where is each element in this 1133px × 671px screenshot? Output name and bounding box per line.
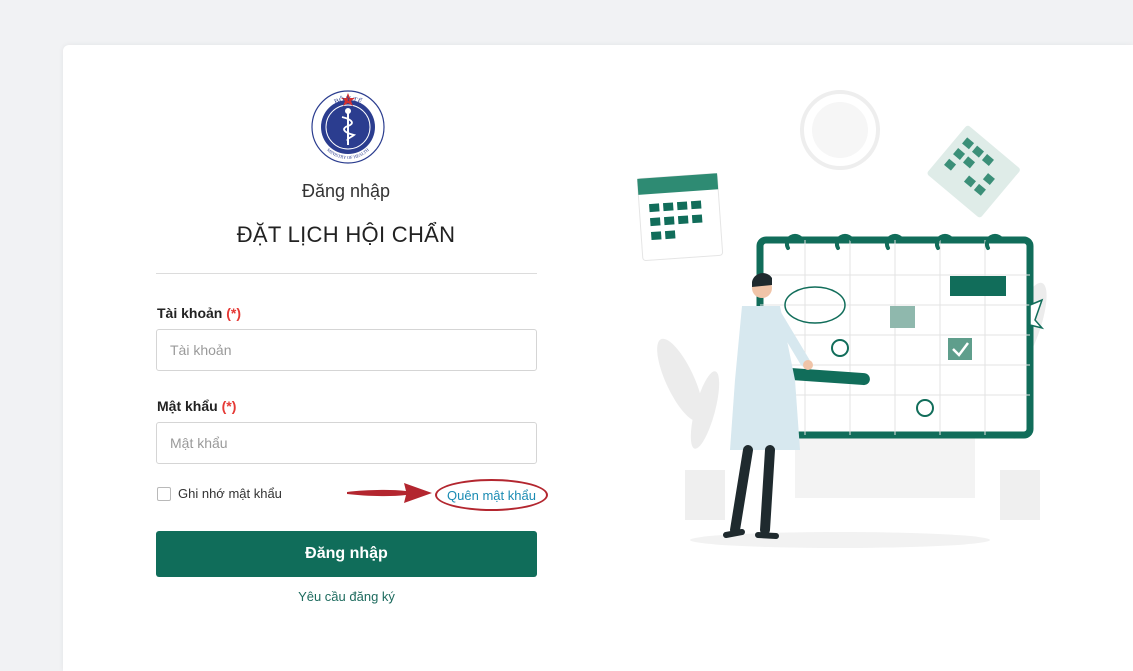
page-subtitle: Đăng nhập [301, 181, 391, 201]
password-label: Mật khẩu (*) [157, 398, 236, 414]
remember-checkbox[interactable] [157, 486, 171, 501]
username-label: Tài khoản (*) [157, 305, 241, 321]
login-button[interactable]: Đăng nhập [156, 531, 537, 577]
username-label-text: Tài khoản [157, 305, 223, 321]
password-label-text: Mật khẩu [157, 398, 218, 414]
password-input[interactable] [156, 422, 537, 464]
arrow-annotation-icon [347, 483, 432, 503]
small-calendar-icon [636, 173, 724, 261]
forgot-password-link[interactable]: Quên mật khẩu [435, 479, 548, 511]
ministry-of-health-logo: BỘ Y TẾ MINISTRY OF HEALTH [311, 90, 385, 164]
page-title: ĐẶT LỊCH HỘI CHẨN [236, 222, 456, 247]
username-required-mark: (*) [226, 305, 242, 321]
big-calendar-icon [756, 233, 1045, 439]
plant-left-icon [657, 338, 725, 520]
divider [156, 273, 537, 274]
register-request-link[interactable]: Yêu cầu đăng ký [156, 589, 537, 604]
tilted-calendar-icon [927, 125, 1020, 218]
remember-me[interactable]: Ghi nhớ mật khẩu [157, 486, 282, 501]
doctor-calendar-illustration [636, 90, 1047, 548]
remember-label: Ghi nhớ mật khẩu [178, 486, 282, 501]
password-required-mark: (*) [221, 398, 237, 414]
username-input[interactable] [156, 329, 537, 371]
